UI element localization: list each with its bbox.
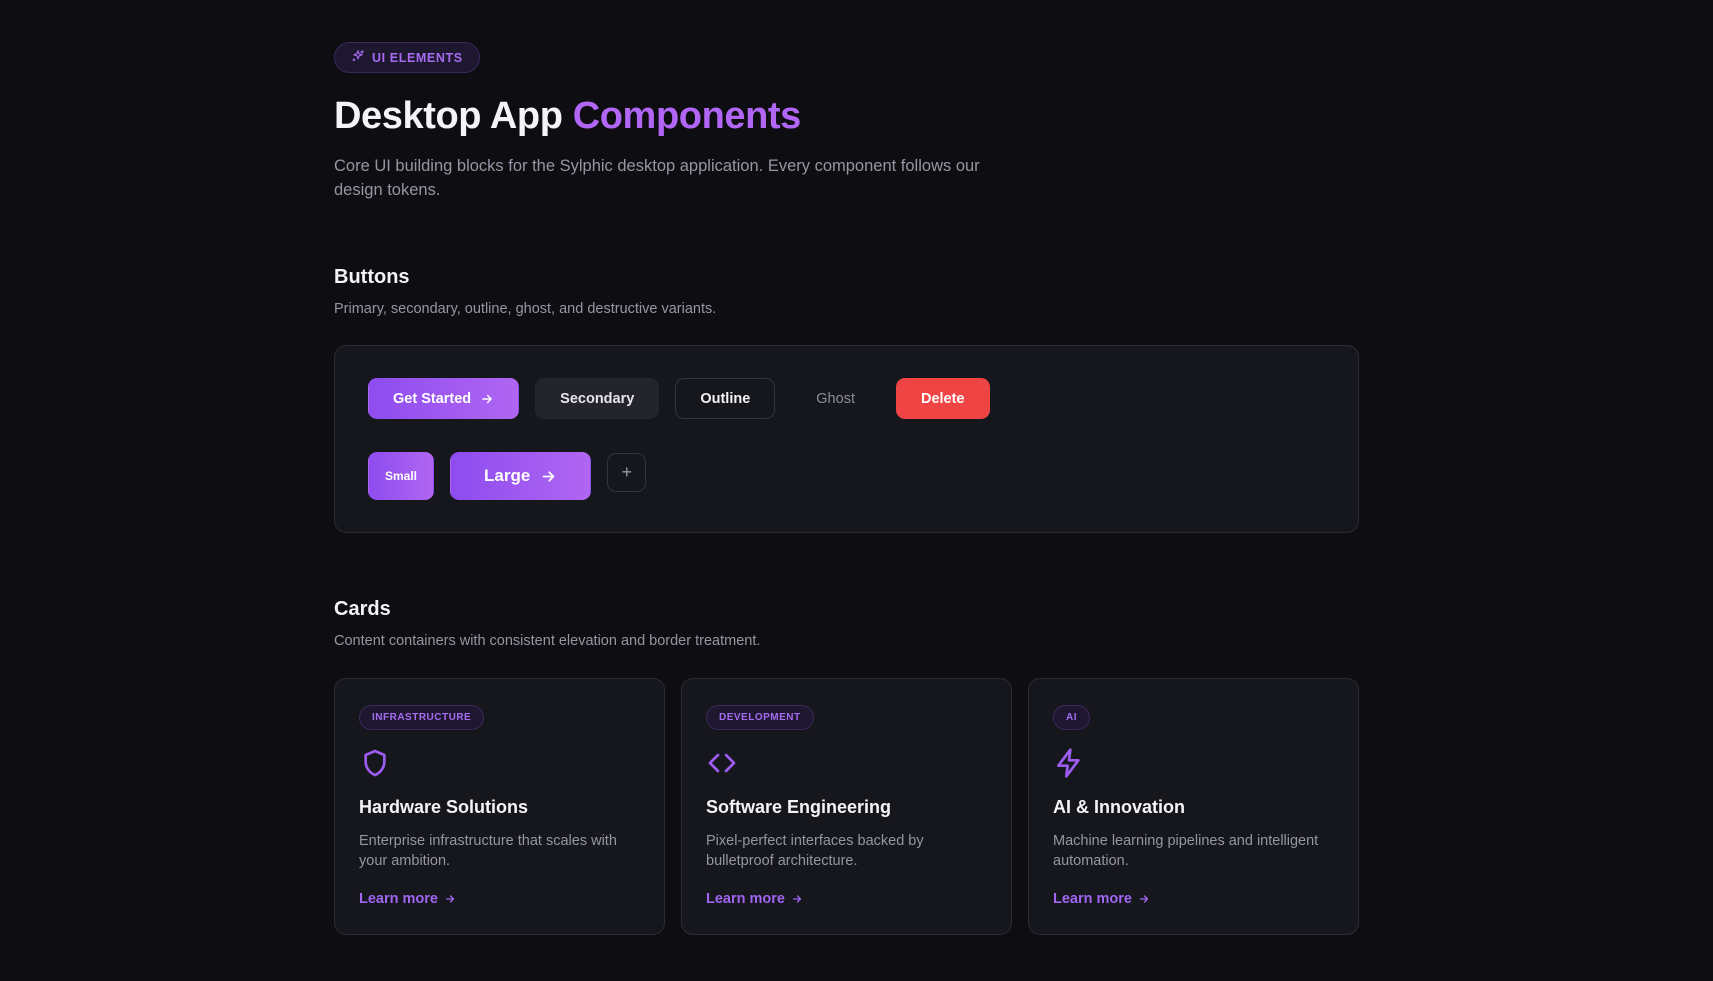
arrow-right-icon bbox=[482, 394, 492, 403]
sparkle-icon bbox=[351, 49, 365, 66]
card-tag: AI bbox=[1053, 705, 1090, 730]
learn-more-label: Learn more bbox=[359, 891, 438, 907]
delete-button[interactable]: Delete bbox=[895, 378, 990, 419]
large-button-label: Large bbox=[484, 466, 531, 485]
card-software-engineering: DEVELOPMENT Software Engineering Pixel-p… bbox=[681, 678, 1012, 935]
buttons-section-description: Primary, secondary, outline, ghost, and … bbox=[334, 301, 717, 317]
secondary-button[interactable]: Secondary bbox=[535, 378, 660, 419]
learn-more-link[interactable]: Learn more bbox=[706, 891, 803, 907]
get-started-button[interactable]: Get Started bbox=[368, 378, 520, 419]
arrow-right-icon bbox=[543, 470, 555, 482]
learn-more-link[interactable]: Learn more bbox=[1053, 891, 1150, 907]
card-title: Software Engineering bbox=[706, 797, 892, 817]
cards-grid: INFRASTRUCTURE Hardware Solutions Enterp… bbox=[334, 678, 1359, 935]
outline-button[interactable]: Outline bbox=[675, 378, 776, 419]
cards-section-description: Content containers with consistent eleva… bbox=[334, 633, 761, 649]
learn-more-label: Learn more bbox=[1053, 891, 1132, 907]
learn-more-label: Learn more bbox=[706, 891, 785, 907]
button-sizes-row: Small Large + bbox=[368, 452, 647, 500]
code-icon bbox=[706, 747, 738, 779]
small-button[interactable]: Small bbox=[368, 452, 435, 500]
get-started-label: Get Started bbox=[393, 390, 472, 407]
page-title: Desktop App Components bbox=[334, 94, 1359, 140]
cards-section-header: Cards Content containers with consistent… bbox=[334, 598, 760, 649]
section-badge: UI ELEMENTS bbox=[334, 42, 480, 73]
card-title: AI & Innovation bbox=[1053, 797, 1185, 817]
button-variants-row: Get Started Secondary Outline Ghost Dele… bbox=[368, 378, 990, 419]
lightning-icon bbox=[1053, 747, 1085, 779]
card-hardware-solutions: INFRASTRUCTURE Hardware Solutions Enterp… bbox=[334, 678, 665, 935]
card-description: Pixel-perfect interfaces backed by bulle… bbox=[706, 833, 924, 869]
components-page: UI ELEMENTS Desktop App Components Core … bbox=[334, 42, 1359, 935]
page-subtitle: Core UI building blocks for the Sylphic … bbox=[334, 156, 980, 199]
ghost-button[interactable]: Ghost bbox=[791, 378, 880, 419]
page-title-accent: Components bbox=[572, 95, 802, 137]
buttons-panel: Get Started Secondary Outline Ghost Dele… bbox=[334, 345, 1359, 533]
arrow-right-icon bbox=[445, 895, 455, 903]
card-tag: INFRASTRUCTURE bbox=[359, 705, 485, 730]
card-tag: DEVELOPMENT bbox=[706, 705, 814, 730]
shield-icon bbox=[359, 747, 391, 779]
card-description: Machine learning pipelines and intellige… bbox=[1053, 833, 1319, 869]
arrow-right-icon bbox=[1139, 895, 1149, 903]
large-button[interactable]: Large bbox=[450, 452, 592, 500]
card-ai-innovation: AI AI & Innovation Machine learning pipe… bbox=[1028, 678, 1359, 935]
plus-icon: + bbox=[621, 461, 633, 482]
arrow-right-icon bbox=[792, 895, 802, 903]
buttons-section-header: Buttons Primary, secondary, outline, gho… bbox=[334, 266, 716, 317]
badge-label: UI ELEMENTS bbox=[372, 50, 463, 65]
card-title: Hardware Solutions bbox=[359, 797, 529, 817]
add-icon-button[interactable]: + bbox=[607, 452, 647, 492]
page-title-main: Desktop App bbox=[334, 95, 573, 137]
learn-more-link[interactable]: Learn more bbox=[359, 891, 456, 907]
buttons-section-title: Buttons bbox=[334, 266, 410, 288]
cards-section-title: Cards bbox=[334, 598, 391, 620]
card-description: Enterprise infrastructure that scales wi… bbox=[359, 833, 617, 869]
